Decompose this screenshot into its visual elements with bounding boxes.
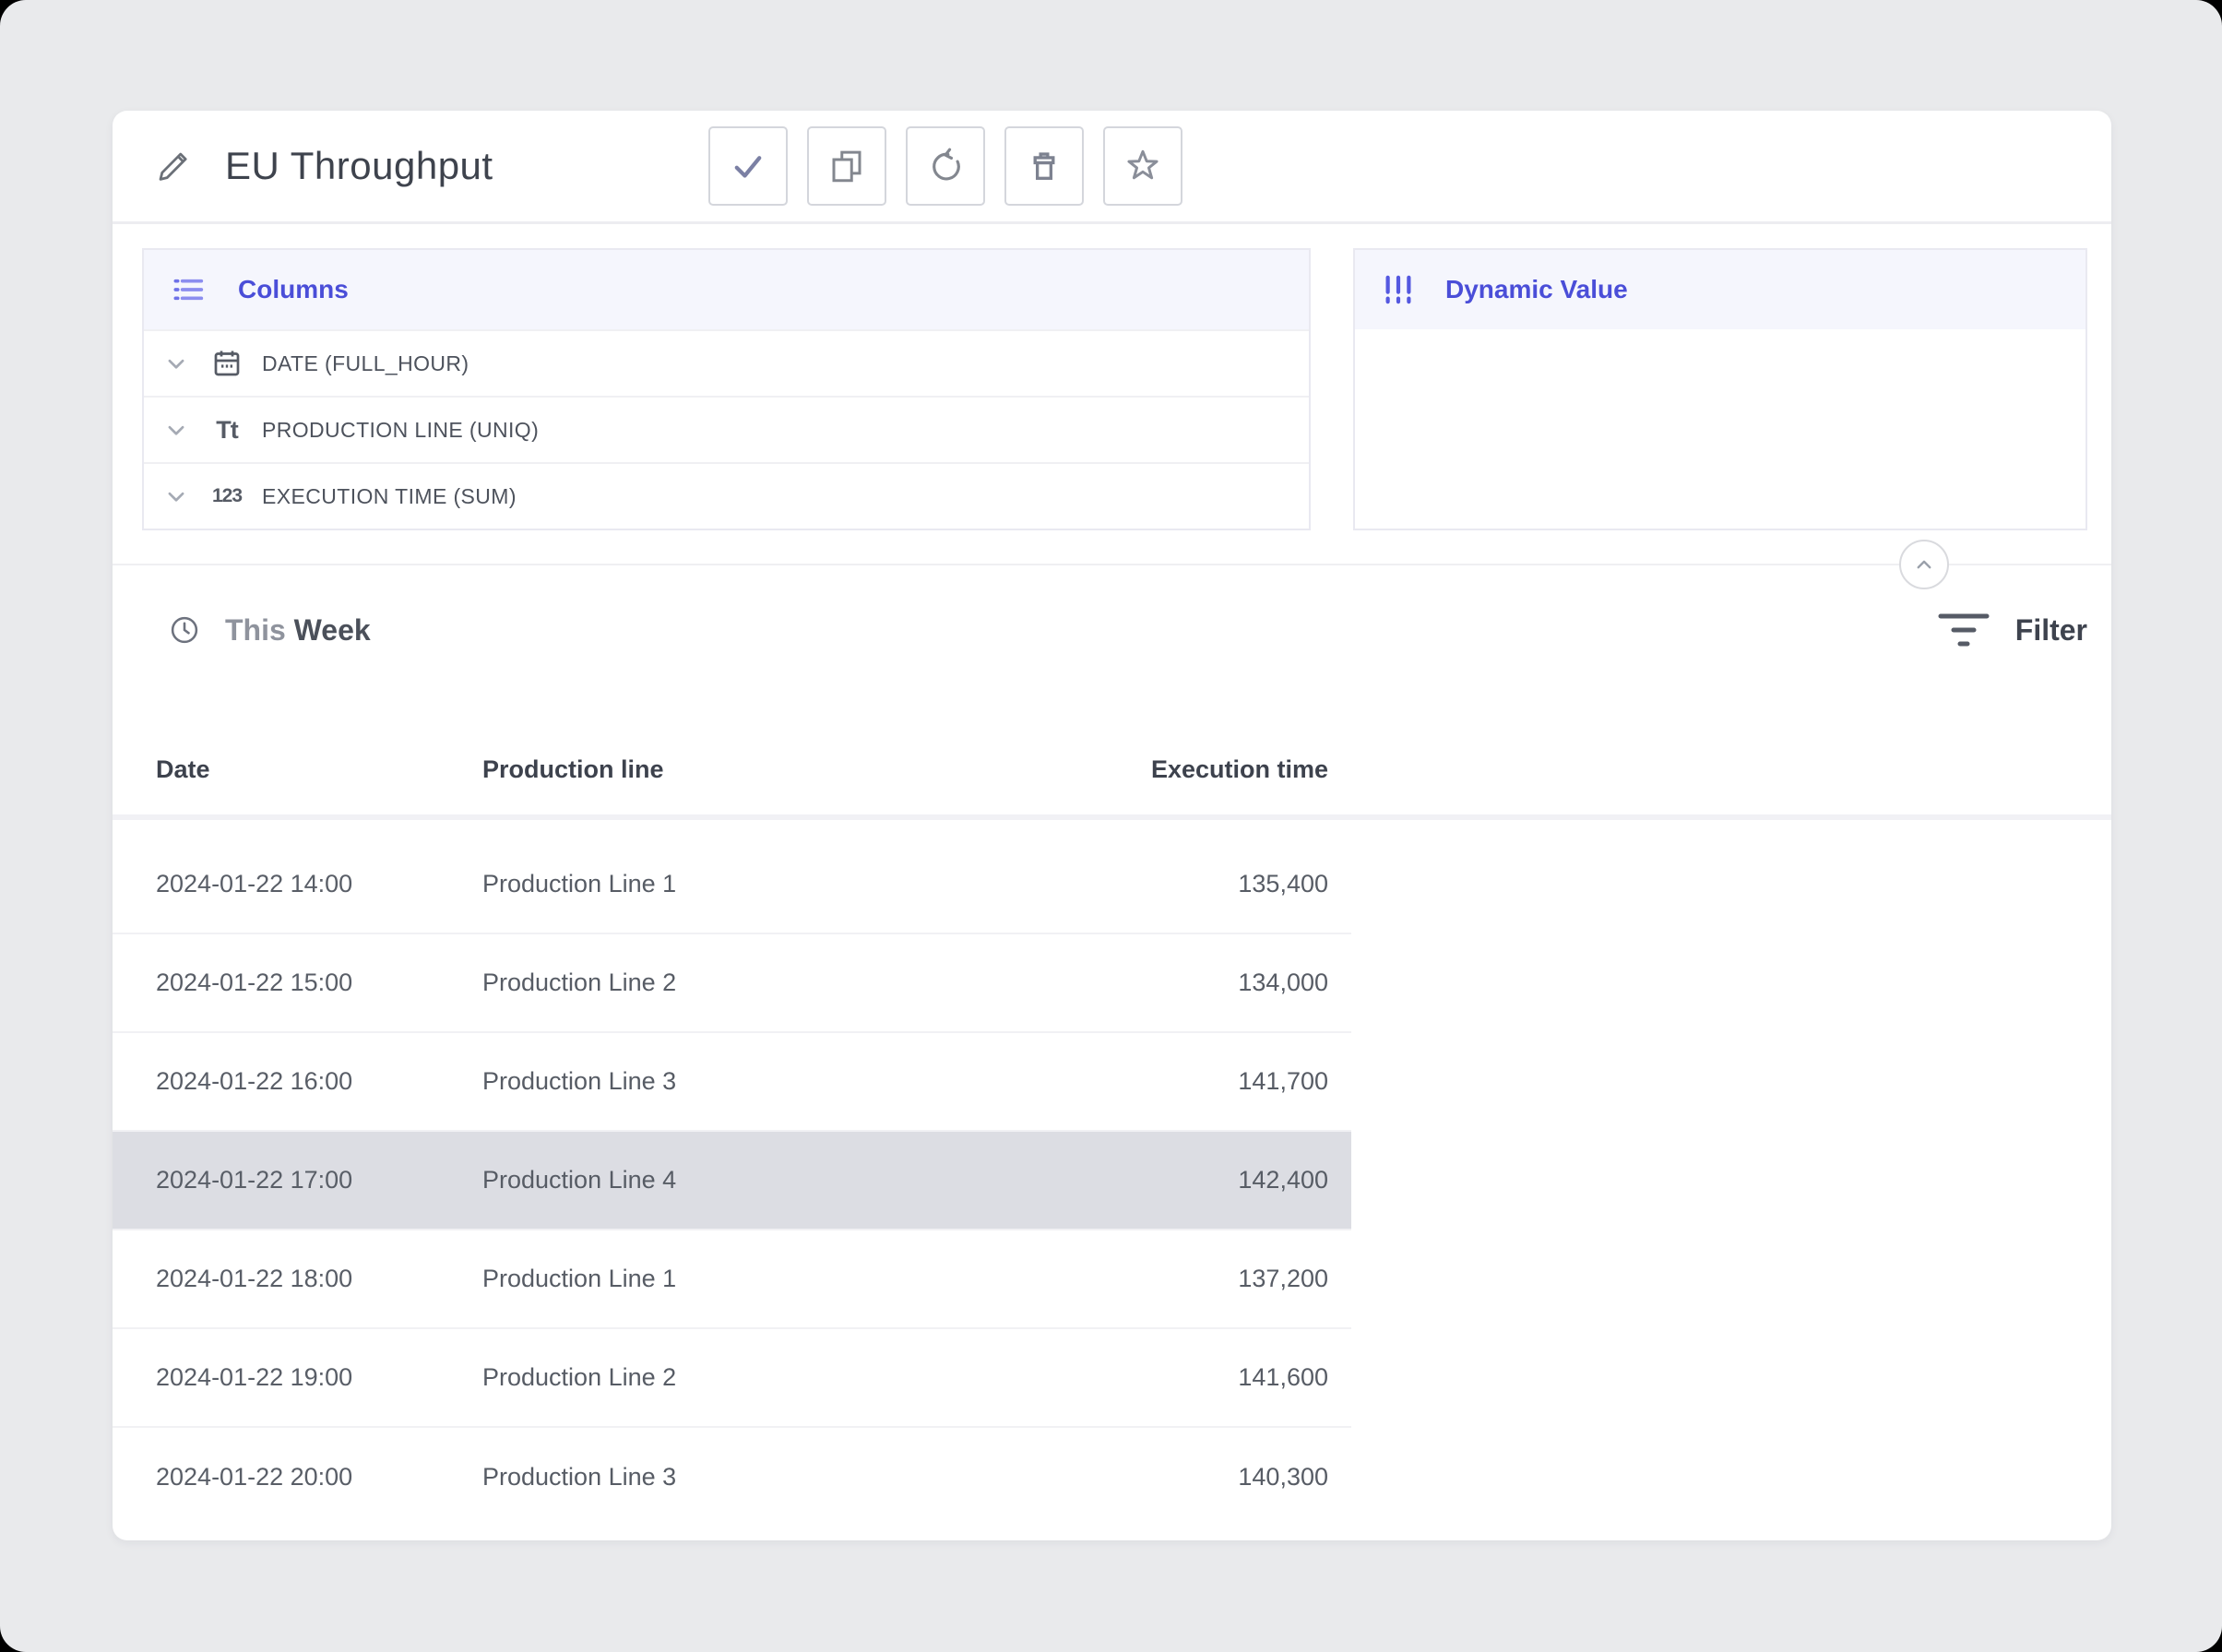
clock-icon	[168, 613, 201, 647]
column-item-execution-time[interactable]: 123 EXECUTION TIME (SUM)	[144, 462, 1309, 529]
table-row[interactable]: 2024-01-22 18:00 Production Line 1 137,2…	[113, 1230, 1351, 1329]
delete-button[interactable]	[1004, 126, 1084, 206]
time-range-prefix: This	[225, 613, 286, 647]
cell-date: 2024-01-22 18:00	[113, 1265, 482, 1293]
dynamic-value-panel-title: Dynamic Value	[1445, 275, 1628, 304]
check-icon	[729, 147, 767, 185]
dynamic-value-panel: Dynamic Value	[1353, 248, 2087, 530]
table-row[interactable]: 2024-01-22 15:00 Production Line 2 134,0…	[113, 934, 1351, 1033]
cell-production-line: Production Line 4	[482, 1166, 971, 1194]
refresh-icon	[926, 147, 965, 185]
star-icon	[1123, 147, 1162, 185]
cell-date: 2024-01-22 20:00	[113, 1463, 482, 1492]
cell-date: 2024-01-22 17:00	[113, 1166, 482, 1194]
chevron-down-icon	[160, 348, 192, 379]
cell-production-line: Production Line 1	[482, 870, 971, 898]
cell-date: 2024-01-22 19:00	[113, 1363, 482, 1392]
cell-execution-time: 137,200	[971, 1265, 1351, 1293]
table-header-date: Date	[113, 755, 482, 784]
dynamic-value-dropzone[interactable]	[1355, 329, 2085, 529]
columns-panel-header: Columns	[144, 250, 1309, 329]
cell-production-line: Production Line 1	[482, 1265, 971, 1293]
chevron-up-icon	[1910, 551, 1938, 578]
duplicate-button[interactable]	[807, 126, 886, 206]
chevron-down-icon	[160, 481, 192, 512]
report-card: EU Throughput	[113, 111, 2111, 1540]
table-header-production-line: Production line	[482, 755, 971, 784]
table-header-execution-time: Execution time	[971, 755, 1351, 784]
cell-date: 2024-01-22 15:00	[113, 969, 482, 997]
title-bar: EU Throughput	[113, 111, 2111, 224]
column-item-label: DATE (FULL_HOUR)	[262, 351, 469, 376]
number-type-icon: 123	[205, 485, 249, 507]
time-range-selector[interactable]: This Week	[225, 613, 371, 648]
collapse-button[interactable]	[1899, 540, 1949, 589]
cell-execution-time: 140,300	[971, 1463, 1351, 1492]
columns-panel-title: Columns	[238, 275, 349, 304]
refresh-button[interactable]	[906, 126, 985, 206]
confirm-button[interactable]	[708, 126, 788, 206]
favorite-button[interactable]	[1103, 126, 1182, 206]
list-icon	[168, 271, 210, 308]
trash-icon	[1025, 147, 1063, 185]
table-row[interactable]: 2024-01-22 16:00 Production Line 3 141,7…	[113, 1033, 1351, 1132]
filter-button-label: Filter	[2015, 613, 2087, 648]
cell-execution-time: 135,400	[971, 870, 1351, 898]
table-header-divider	[113, 814, 2111, 820]
dynamic-value-panel-header: Dynamic Value	[1355, 250, 2085, 329]
cell-execution-time: 141,700	[971, 1067, 1351, 1096]
section-divider	[113, 564, 2111, 565]
config-panels: Columns DATE (FULL_HOUR) Tt	[113, 224, 2111, 530]
table-row[interactable]: 2024-01-22 20:00 Production Line 3 140,3…	[113, 1428, 1351, 1527]
text-type-icon: Tt	[205, 416, 249, 445]
table-row[interactable]: 2024-01-22 19:00 Production Line 2 141,6…	[113, 1329, 1351, 1428]
copy-icon	[827, 147, 866, 185]
cell-date: 2024-01-22 14:00	[113, 870, 482, 898]
toolbar	[708, 126, 1182, 206]
columns-panel: Columns DATE (FULL_HOUR) Tt	[142, 248, 1311, 530]
table-row[interactable]: 2024-01-22 14:00 Production Line 1 135,4…	[113, 836, 1351, 934]
exclamations-icon	[1379, 270, 1418, 309]
cell-date: 2024-01-22 16:00	[113, 1067, 482, 1096]
cell-production-line: Production Line 3	[482, 1463, 971, 1492]
column-item-production-line[interactable]: Tt PRODUCTION LINE (UNIQ)	[144, 396, 1309, 462]
cell-production-line: Production Line 3	[482, 1067, 971, 1096]
filter-button[interactable]: Filter	[1938, 611, 2087, 649]
pencil-icon[interactable]	[157, 147, 196, 185]
filter-bar: This Week Filter	[113, 600, 2111, 660]
time-range-suffix: Week	[294, 613, 371, 647]
cell-execution-time: 141,600	[971, 1363, 1351, 1392]
column-item-date[interactable]: DATE (FULL_HOUR)	[144, 329, 1309, 396]
table-row[interactable]: 2024-01-22 17:00 Production Line 4 142,4…	[113, 1132, 1351, 1230]
chevron-down-icon	[160, 414, 192, 446]
column-item-label: EXECUTION TIME (SUM)	[262, 484, 517, 509]
table-body: 2024-01-22 14:00 Production Line 1 135,4…	[113, 836, 2111, 1527]
cell-production-line: Production Line 2	[482, 1363, 971, 1392]
page-title: EU Throughput	[225, 144, 493, 188]
cell-execution-time: 142,400	[971, 1166, 1351, 1194]
calendar-icon	[205, 347, 249, 380]
table-header: Date Production line Execution time	[113, 737, 1351, 802]
page-background: EU Throughput	[0, 0, 2222, 1652]
column-item-label: PRODUCTION LINE (UNIQ)	[262, 418, 539, 443]
cell-execution-time: 134,000	[971, 969, 1351, 997]
cell-production-line: Production Line 2	[482, 969, 971, 997]
filter-lines-icon	[1938, 611, 1990, 649]
